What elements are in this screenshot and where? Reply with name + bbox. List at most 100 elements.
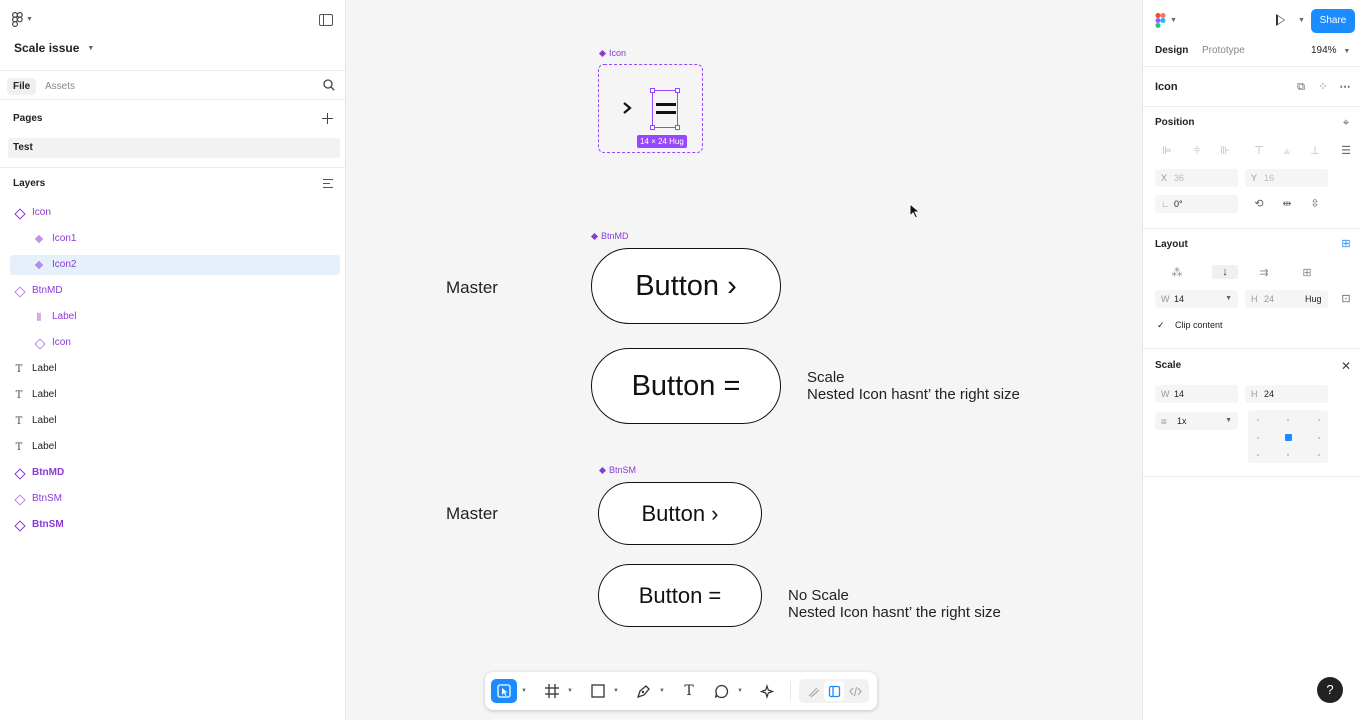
- checkmark-icon[interactable]: ✓: [1157, 320, 1165, 331]
- scale-factor-field[interactable]: ⧈ 1x ▼: [1155, 412, 1238, 430]
- button-sm-master[interactable]: Button ›: [598, 482, 762, 545]
- share-button[interactable]: Share: [1311, 9, 1355, 33]
- y-position-field[interactable]: Y 16: [1245, 169, 1328, 187]
- scale-width-field[interactable]: W 14: [1155, 385, 1238, 403]
- align-top-icon[interactable]: ⊤: [1252, 144, 1266, 158]
- layer-item-btnmd[interactable]: BtnMD: [10, 463, 340, 483]
- layer-item-icon[interactable]: Icon: [10, 333, 340, 353]
- layer-item-btnsm[interactable]: BtnSM: [10, 515, 340, 535]
- x-position-field[interactable]: X 36: [1155, 169, 1238, 187]
- rotate-icon[interactable]: ⟲: [1252, 197, 1266, 211]
- flip-horizontal-icon[interactable]: ⇹: [1280, 197, 1294, 211]
- note-scale-body: Nested Icon hasnt’ the right size: [807, 386, 1020, 403]
- tab-assets[interactable]: Assets: [39, 78, 81, 95]
- layer-item-btnmd[interactable]: BtnMD: [10, 281, 340, 301]
- layers-list-icon[interactable]: [323, 179, 333, 189]
- frame-label-btnmd[interactable]: BtnMD: [591, 231, 629, 241]
- dev-mode-button[interactable]: [845, 681, 865, 701]
- mode-switcher: [799, 679, 869, 703]
- layer-item-btnsm[interactable]: BtnSM: [10, 489, 340, 509]
- icon-component-frame[interactable]: 14 × 24 Hug: [598, 64, 703, 153]
- layer-item-label[interactable]: T Label: [10, 385, 340, 405]
- layout-free-icon[interactable]: ⁂: [1170, 266, 1184, 280]
- align-middle-icon[interactable]: ⫨: [1280, 144, 1294, 158]
- align-bottom-icon[interactable]: ⊥: [1308, 144, 1322, 158]
- resize-handle[interactable]: [675, 88, 680, 93]
- resizing-icon[interactable]: ⊡: [1339, 292, 1353, 306]
- rotation-field[interactable]: ∟ 0°: [1155, 195, 1238, 213]
- main-menu-button[interactable]: ▼: [12, 12, 33, 27]
- shape-tool-button[interactable]: [588, 679, 608, 703]
- layout-vertical-icon[interactable]: ↓: [1212, 265, 1238, 279]
- move-tool-button[interactable]: [491, 679, 517, 703]
- scale-anchor-grid[interactable]: [1248, 410, 1328, 463]
- add-page-icon[interactable]: [322, 113, 333, 124]
- layer-label: Icon: [32, 207, 51, 218]
- resize-handle[interactable]: [650, 88, 655, 93]
- tab-file[interactable]: File: [7, 78, 37, 95]
- go-to-main-component-icon[interactable]: ⧉: [1294, 80, 1308, 94]
- layout-grid-icon[interactable]: ⊞: [1300, 266, 1314, 280]
- align-center-h-icon[interactable]: ⫩: [1190, 144, 1204, 158]
- layer-item-icon2[interactable]: Icon2: [10, 255, 340, 275]
- frame-tool-button[interactable]: [542, 679, 562, 703]
- present-play-icon[interactable]: [1276, 14, 1285, 26]
- tab-design[interactable]: Design: [1155, 45, 1188, 56]
- draw-mode-button[interactable]: [803, 681, 823, 701]
- hug-label[interactable]: Hug: [1305, 294, 1322, 304]
- component-icon: [14, 208, 24, 218]
- align-right-icon[interactable]: ⊪: [1218, 144, 1232, 158]
- chevron-down-icon[interactable]: ▼: [659, 688, 665, 694]
- cursor-icon: [909, 203, 921, 219]
- layer-item-label[interactable]: ⫼ Label: [10, 307, 340, 327]
- layer-item-label[interactable]: T Label: [10, 437, 340, 457]
- frame-label-icon[interactable]: Icon: [599, 48, 626, 58]
- chevron-down-icon[interactable]: ▼: [567, 688, 573, 694]
- width-field[interactable]: W 14 ▼: [1155, 290, 1238, 308]
- layout-horizontal-icon[interactable]: ⇉: [1257, 266, 1271, 280]
- button-sm-noscale[interactable]: Button =: [598, 564, 762, 627]
- resize-handle[interactable]: [650, 125, 655, 130]
- field-value: 14: [1174, 389, 1185, 399]
- layer-item-label[interactable]: T Label: [10, 411, 340, 431]
- auto-layout-icon[interactable]: ⊞: [1339, 237, 1353, 251]
- text-tool-button[interactable]: T: [679, 679, 699, 703]
- file-name-button[interactable]: Scale issue ▼: [14, 41, 94, 55]
- layer-item-label[interactable]: T Label: [10, 359, 340, 379]
- scale-height-field[interactable]: H 24: [1245, 385, 1328, 403]
- component-grid-icon[interactable]: ⁘: [1316, 80, 1330, 94]
- button-md-scaled[interactable]: Button =: [591, 348, 781, 424]
- flip-vertical-icon[interactable]: ⇳: [1308, 197, 1322, 211]
- chevron-down-icon[interactable]: ▼: [521, 688, 527, 694]
- field-value: 16: [1264, 173, 1275, 183]
- canvas[interactable]: Icon 14 × 24 Hug BtnMD Master Button › B…: [347, 0, 1141, 720]
- align-left-icon[interactable]: ⊫: [1160, 144, 1174, 158]
- more-options-icon[interactable]: ⋯: [1338, 80, 1352, 94]
- figma-menu-button[interactable]: ▼: [1155, 13, 1177, 28]
- distribute-icon[interactable]: ☰: [1339, 144, 1353, 158]
- page-item-test[interactable]: Test: [8, 138, 340, 158]
- tab-prototype[interactable]: Prototype: [1202, 45, 1245, 56]
- selection-box[interactable]: [650, 88, 680, 130]
- zoom-level[interactable]: 194% ▼: [1311, 45, 1350, 56]
- chevron-down-icon[interactable]: ▼: [737, 688, 743, 694]
- pen-tool-button[interactable]: [633, 679, 653, 703]
- comment-tool-button[interactable]: [711, 679, 731, 703]
- anchor-center[interactable]: [1285, 434, 1292, 441]
- close-icon[interactable]: ✕: [1341, 359, 1351, 373]
- layer-item-icon1[interactable]: Icon1: [10, 229, 340, 249]
- actions-tool-button[interactable]: [757, 679, 777, 703]
- chevron-down-icon[interactable]: ▼: [1298, 17, 1305, 24]
- help-button[interactable]: ?: [1317, 677, 1343, 703]
- chevron-down-icon[interactable]: ▼: [613, 688, 619, 694]
- resize-handle[interactable]: [675, 125, 680, 130]
- target-icon[interactable]: ⌖: [1339, 116, 1353, 130]
- panel-toggle-icon[interactable]: [319, 14, 333, 26]
- layer-label: BtnSM: [32, 519, 64, 530]
- layer-label: Icon: [52, 337, 71, 348]
- frame-label-btnsm[interactable]: BtnSM: [599, 465, 636, 475]
- button-md-master[interactable]: Button ›: [591, 248, 781, 324]
- search-icon[interactable]: [323, 79, 335, 91]
- design-mode-button[interactable]: [824, 681, 844, 701]
- layer-item-icon[interactable]: Icon: [10, 203, 340, 223]
